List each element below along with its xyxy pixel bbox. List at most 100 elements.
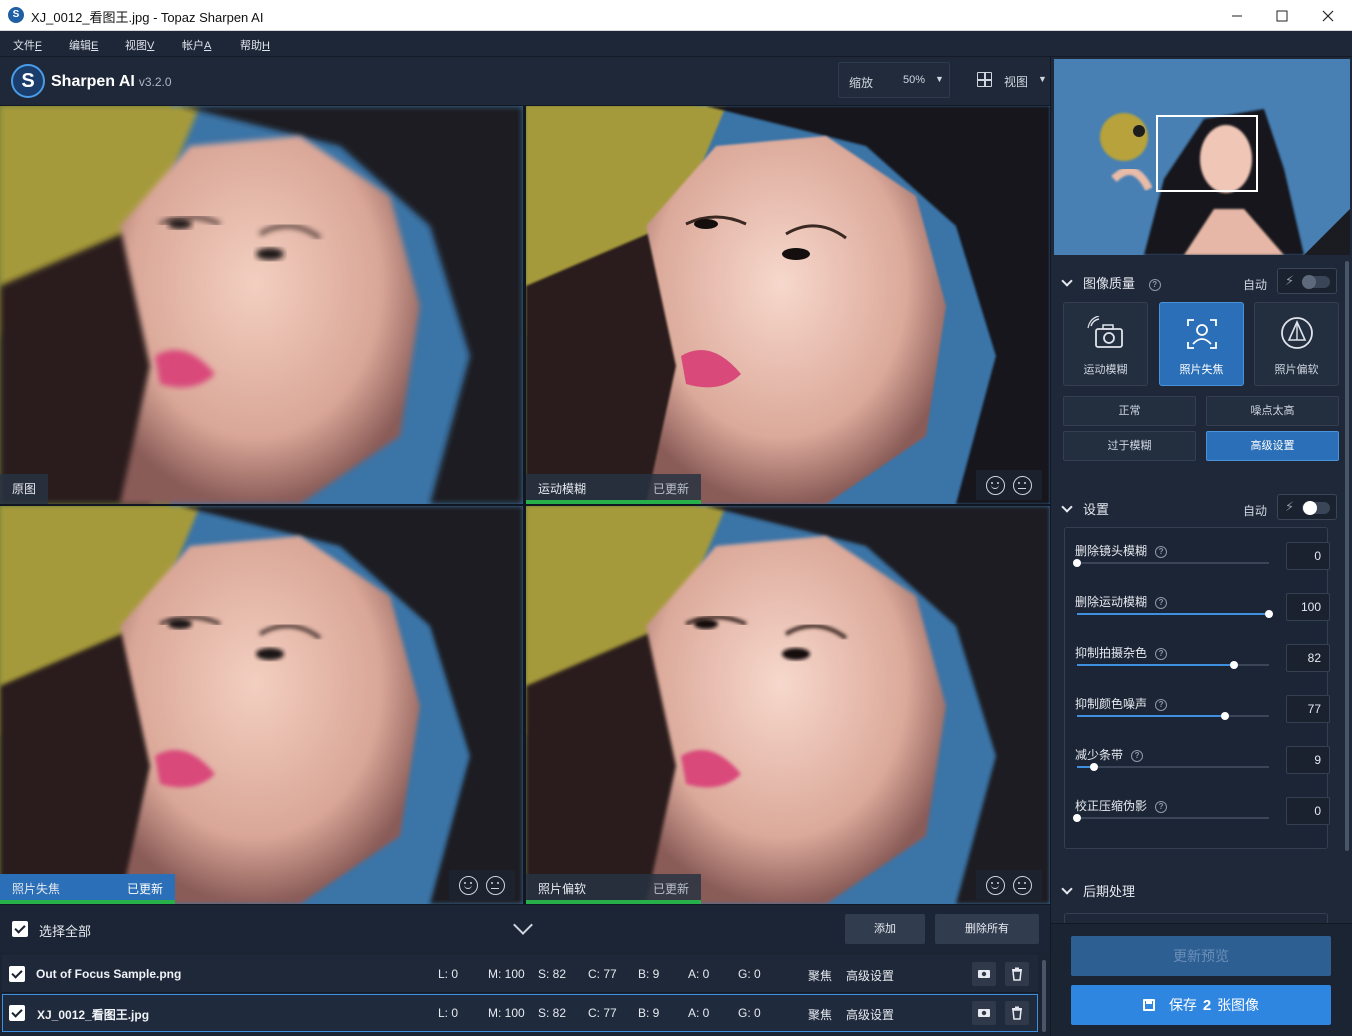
remove-all-button[interactable]: 删除所有 [935,914,1039,944]
delete-file-button[interactable] [1005,962,1029,986]
close-button[interactable] [1305,0,1351,31]
preview-file-button[interactable] [972,1001,996,1025]
preview-pane-focus[interactable]: 照片失焦 已更新 [0,506,523,904]
slider-track[interactable] [1077,712,1269,720]
menu-file[interactable]: 文件F [13,37,42,53]
help-icon[interactable]: ? [1155,647,1168,660]
help-icon[interactable]: ? [1155,800,1168,813]
maximize-button[interactable] [1259,0,1305,31]
settings-auto-toggle[interactable]: ⚡ [1277,494,1337,520]
auto-label: 自动 [1243,278,1268,292]
slider-track[interactable] [1073,814,1269,822]
stat-motion: M: 100 [488,967,525,981]
mode-card-focus[interactable]: 照片失焦 [1159,302,1244,386]
chevron-down-icon[interactable] [513,915,533,935]
pane-label-soft[interactable]: 照片偏软 已更新 [526,874,701,904]
stat-g: G: 0 [738,967,761,981]
preview-pane-original[interactable]: 原图 [0,106,523,504]
help-icon[interactable]: ? [1155,596,1168,609]
type-advanced-button[interactable]: 高级设置 [1206,431,1339,461]
select-all-checkbox[interactable] [12,921,28,937]
slider-value-input[interactable]: 0 [1286,542,1330,570]
zoom-dropdown[interactable]: 缩放 50% ▼ [838,62,950,98]
help-icon[interactable]: ? [1155,698,1168,711]
slider-name: 校正压缩伪影? [1075,797,1168,814]
menu-help[interactable]: 帮助H [240,37,270,53]
mode-label: 照片失焦 [1179,364,1224,376]
slider-handle[interactable] [1230,661,1239,669]
navigator[interactable] [1054,59,1350,255]
slider-value-input[interactable]: 82 [1286,644,1330,672]
file-mode: 聚焦 [808,1008,833,1022]
post-section-header[interactable]: 后期处理 [1061,881,1136,900]
quality-section-header[interactable]: 图像质量 ? [1061,273,1161,292]
section-title: 后期处理 [1083,884,1136,899]
view-dropdown[interactable]: 视图 ▼ [962,62,1050,98]
slider-handle[interactable] [1073,559,1081,567]
slider-handle[interactable] [1265,610,1273,618]
smile-face-icon[interactable] [459,875,478,895]
neutral-face-icon[interactable] [1013,475,1032,495]
file-checkbox[interactable] [9,966,25,982]
menu-view[interactable]: 视图V [125,37,154,53]
slider-banding: 减少条带? 9 [1075,746,1330,794]
type-noisy-button[interactable]: 噪点太高 [1206,396,1339,426]
camera-motion-icon [1087,316,1123,348]
save-images-button[interactable]: 保存 2 张图像 [1071,985,1331,1025]
slider-handle[interactable] [1073,814,1081,822]
scrollbar-thumb[interactable] [1345,261,1349,851]
close-icon [1322,10,1334,21]
help-icon[interactable]: ? [1131,749,1144,762]
preview-file-button[interactable] [972,962,996,986]
stat-banding: B: 9 [638,1006,660,1020]
scrollbar-thumb[interactable] [1042,960,1046,1032]
quality-auto-toggle[interactable]: ⚡ [1277,268,1337,294]
mode-card-soft[interactable]: 照片偏软 [1254,302,1339,386]
mode-card-motion[interactable]: 运动模糊 [1063,302,1148,386]
preview-pane-motion[interactable]: 运动模糊 已更新 [526,106,1050,504]
smile-face-icon[interactable] [986,875,1005,895]
type-normal-button[interactable]: 正常 [1063,396,1196,426]
help-icon[interactable]: ? [1148,278,1161,291]
type-blurry-button[interactable]: 过于模糊 [1063,431,1196,461]
eye-icon [978,1009,990,1017]
slider-track[interactable] [1077,661,1269,669]
slider-track[interactable] [1077,610,1273,618]
file-row[interactable]: Out of Focus Sample.png L: 0 M: 100 S: 8… [2,955,1038,993]
slider-handle[interactable] [1220,712,1229,720]
pane-label-focus[interactable]: 照片失焦 已更新 [0,874,175,904]
add-button[interactable]: 添加 [845,914,925,944]
smile-face-icon[interactable] [986,475,1005,495]
delete-file-button[interactable] [1005,1001,1029,1025]
menu-edit[interactable]: 编辑E [69,37,98,53]
file-list-scrollbar[interactable] [1040,956,1048,1036]
slider-track[interactable] [1073,559,1269,567]
slider-value-input[interactable]: 100 [1286,593,1330,621]
slider-value-input[interactable]: 77 [1286,695,1330,723]
slider-value-input[interactable]: 9 [1286,746,1330,774]
neutral-face-icon[interactable] [1013,875,1032,895]
select-all-label[interactable]: 选择全部 [39,921,91,940]
title-bar: S XJ_0012_看图王.jpg - Topaz Sharpen AI [0,0,1352,31]
minimize-button[interactable] [1214,0,1260,31]
slider-value-input[interactable]: 0 [1286,797,1330,825]
update-preview-button[interactable]: 更新预览 [1071,936,1331,976]
bolt-icon: ⚡ [1285,499,1295,514]
settings-scrollbar[interactable] [1343,261,1351,851]
slider-fill [1077,613,1269,615]
file-row[interactable]: XJ_0012_看图王.jpg L: 0 M: 100 S: 82 C: 77 … [2,994,1038,1032]
slider-handle[interactable] [1090,763,1099,771]
menu-account[interactable]: 帐户A [182,37,211,53]
navigator-viewport[interactable] [1156,115,1258,192]
help-icon[interactable]: ? [1155,545,1168,558]
stat-color-noise: C: 77 [588,1006,617,1020]
preview-pane-soft[interactable]: 照片偏软 已更新 [526,506,1050,904]
pane-label-motion[interactable]: 运动模糊 已更新 [526,474,701,504]
settings-section-header[interactable]: 设置 [1061,499,1109,518]
slider-track[interactable] [1077,763,1269,771]
menu-label: 视图 [125,40,147,52]
settings-box: 删除镜头模糊? 0 删除运动模糊? 100 抑制拍摄杂色? 82 抑制颜色噪声?… [1064,527,1330,849]
slider-name: 删除镜头模糊? [1075,542,1168,559]
neutral-face-icon[interactable] [486,875,505,895]
file-checkbox[interactable] [9,1005,25,1021]
